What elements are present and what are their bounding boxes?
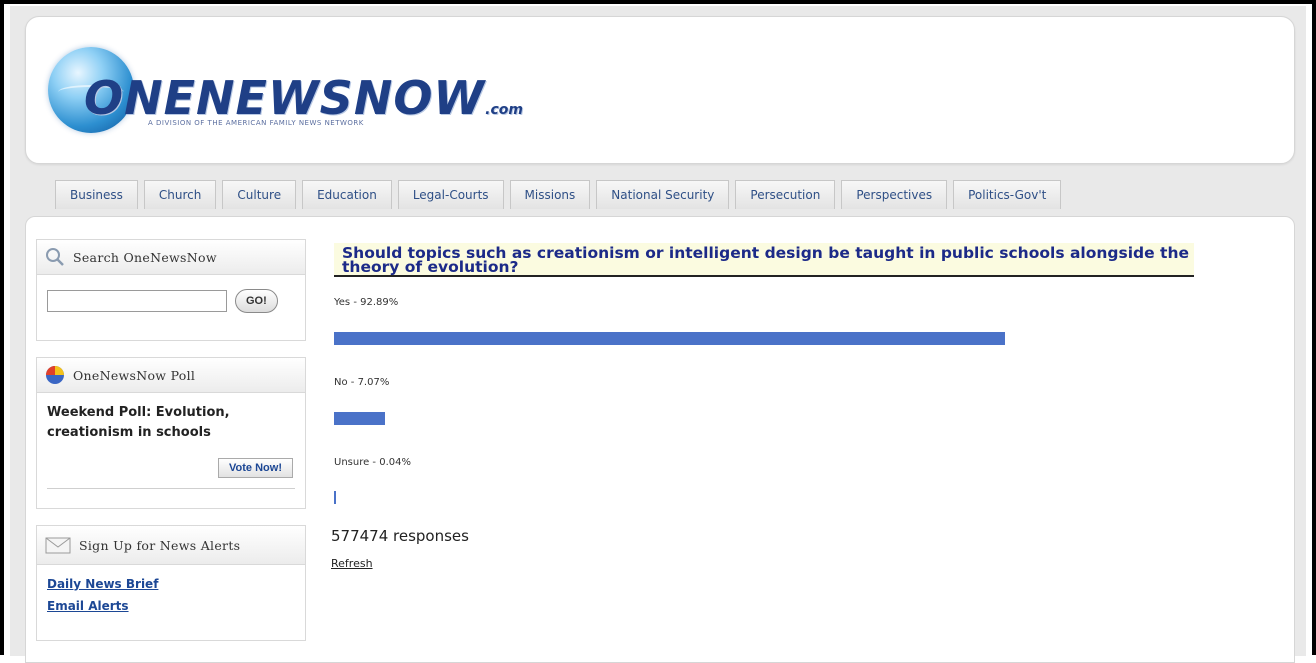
result-label-no: No - 7.07% (334, 377, 390, 388)
tab-perspectives[interactable]: Perspectives (841, 180, 948, 209)
search-box: Search OneNewsNow GO! (36, 239, 306, 341)
tab-legal-courts[interactable]: Legal-Courts (397, 180, 504, 209)
site-header: ONENEWSNOW.com A DIVISION OF THE AMERICA… (25, 16, 1295, 164)
tab-persecution[interactable]: Persecution (735, 180, 836, 209)
alerts-box-header: Sign Up for News Alerts (37, 526, 305, 565)
poll-description: Weekend Poll: Evolution, creationism in … (47, 405, 230, 440)
go-button[interactable]: GO! (235, 289, 278, 313)
email-alerts-link[interactable]: Email Alerts (37, 595, 305, 617)
poll-box-title: OneNewsNow Poll (73, 367, 196, 383)
nav-tabs: Business Church Culture Education Legal-… (55, 180, 1067, 212)
vote-now-button[interactable]: Vote Now! (218, 458, 293, 478)
alerts-box-title: Sign Up for News Alerts (79, 537, 241, 553)
result-label-unsure: Unsure - 0.04% (334, 457, 411, 468)
result-bar-no (334, 412, 386, 425)
alerts-box: Sign Up for News Alerts Daily News Brief… (36, 525, 306, 641)
tab-education[interactable]: Education (302, 180, 392, 209)
main-content: Search OneNewsNow GO! OneNewsNow Poll We… (25, 216, 1295, 663)
result-label-yes: Yes - 92.89% (334, 297, 399, 308)
search-icon (46, 248, 64, 266)
poll-box-header: OneNewsNow Poll (37, 358, 305, 393)
response-count: 577474 responses (331, 527, 469, 545)
alerts-links: Daily News Brief Email Alerts (37, 565, 305, 617)
divider (47, 488, 295, 489)
poll-question: Should topics such as creationism or int… (334, 243, 1194, 277)
logo-tagline: A DIVISION OF THE AMERICAN FAMILY NEWS N… (148, 119, 364, 127)
search-box-header: Search OneNewsNow (37, 240, 305, 275)
site-logo[interactable]: ONENEWSNOW.com A DIVISION OF THE AMERICA… (48, 39, 523, 139)
tab-business[interactable]: Business (55, 180, 138, 209)
result-bar-yes (334, 332, 1005, 345)
search-input[interactable] (47, 290, 227, 312)
pie-chart-icon (46, 366, 64, 384)
logo-wordmark: ONENEWSNOW.com (84, 71, 523, 125)
search-box-title: Search OneNewsNow (73, 249, 217, 265)
poll-box: OneNewsNow Poll Weekend Poll: Evolution,… (36, 357, 306, 509)
tab-culture[interactable]: Culture (222, 180, 297, 209)
page: ONENEWSNOW.com A DIVISION OF THE AMERICA… (10, 6, 1306, 663)
envelope-icon (45, 537, 71, 554)
daily-news-brief-link[interactable]: Daily News Brief (37, 573, 305, 595)
tab-politics-govt[interactable]: Politics-Gov't (953, 180, 1062, 209)
refresh-link[interactable]: Refresh (331, 557, 373, 570)
tab-national-security[interactable]: National Security (596, 180, 730, 209)
tab-church[interactable]: Church (143, 180, 217, 209)
result-bar-unsure (334, 491, 336, 504)
tab-missions[interactable]: Missions (509, 180, 591, 209)
search-row: GO! (37, 275, 305, 321)
